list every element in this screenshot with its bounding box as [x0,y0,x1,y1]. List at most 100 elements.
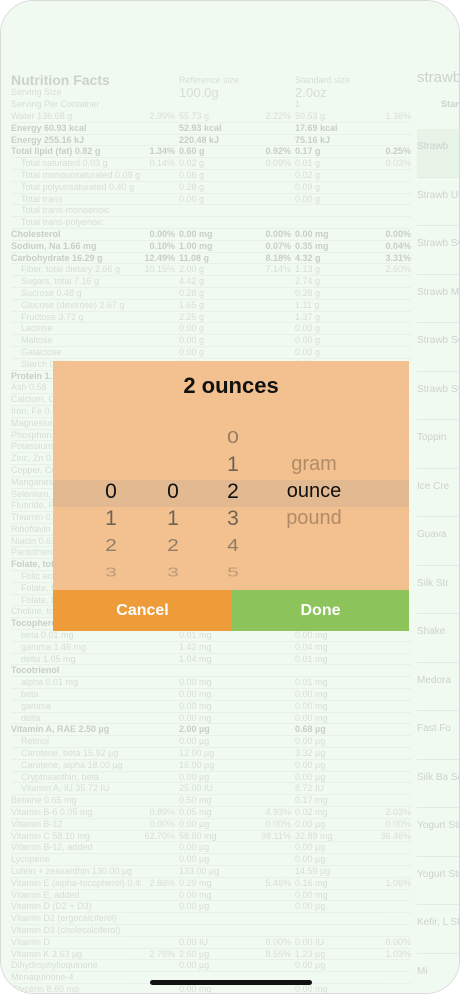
food-list-item[interactable]: Fast Fo [417,711,459,760]
nutrient-cell-c5 [373,854,411,865]
food-list-item[interactable]: Guava [417,517,459,566]
food-list-item[interactable]: Silk Str [417,566,459,614]
done-button[interactable]: Done [232,590,409,631]
digit-option[interactable]: 2 [213,480,253,504]
unit-option[interactable]: pound [259,507,369,530]
unit-option[interactable]: gram [259,453,369,476]
nutrient-cell-c3 [257,170,295,181]
digit-option[interactable]: 5 [213,566,253,580]
nutrient-cell-c2: 0.00 µg [179,854,210,865]
nutrient-cell-c0: Fiber, total dietary 2.66 g [21,264,121,275]
digit-option[interactable]: 4 [213,536,253,556]
nutrient-cell-c4: 8.72 IU [295,783,325,794]
nutrient-cell-c2: 0.00 mg [179,700,212,711]
nutrient-cell-c5 [373,901,411,912]
nutrient-cell-c1 [141,300,179,311]
nutrient-cell-c1: 0.00% [149,228,175,239]
hundreds-wheel[interactable]: 0 1 2 3 [91,421,131,591]
digit-option[interactable]: 1 [213,453,253,477]
nutrient-cell-c4: 0.00 g [295,193,321,204]
digit-option[interactable]: 3 [153,566,193,580]
nutrient-cell-c4: 0.17 g [295,146,321,157]
nutrient-cell-c0: Vitamin A, IU 35.72 IU [21,783,110,794]
nutrient-cell-c5: 0.04% [385,240,411,251]
nutrient-cell-c3 [257,654,295,665]
nutrient-cell-c3: 0.07% [265,240,291,251]
nutrient-cell-c5 [373,736,411,747]
nutrient-cell-c4: 0.00 µg [295,759,326,770]
nutrient-cell-c0: Total monounsaturated 0.09 g [21,169,141,180]
food-list-item[interactable]: Medora [417,663,459,711]
digit-option[interactable]: 2 [91,536,131,556]
food-list-item[interactable]: Toppin [417,420,459,469]
nutrient-row: Retinol 0.00 µg 0.00 µg [11,736,411,749]
nutrient-cell-c0: Vitamin D2 (ergocalciferol) [11,913,117,924]
nutrient-row: Cholesterol 0.00% 0.00 mg 0.00% 0.00 mg 0.00% [11,229,411,241]
nutrient-cell-c2: 0.00 µg [179,771,210,782]
food-list-item[interactable]: Shake [417,614,459,663]
reference-amount[interactable]: 100.0g [179,86,295,111]
nutrient-cell-c4: 0.00 µg [295,736,326,747]
nutrient-cell-c4 [295,925,373,936]
nutrient-cell-c5: 1.03% [385,948,411,959]
nutrient-row: delta 1.05 mg 1.04 mg 0.01 mg [11,654,411,666]
nutrient-row: Total trans-monoenoic [11,205,411,218]
serving-row: Serving Size Serving Per Container 100.0… [11,86,411,111]
nutrient-cell-c5: 1.06% [385,877,411,888]
nutrient-cell-c1 [141,642,179,653]
nutrient-cell-c0: Lycopene [11,854,50,865]
digit-option[interactable]: 3 [91,566,131,580]
ones-wheel[interactable]: 0 1 2 3 4 5 [213,421,253,591]
nutrient-cell-c4: 0.00 mg [295,889,328,900]
digit-option[interactable]: 2 [153,536,193,556]
nutrient-cell-c1: 0.14% [149,158,175,169]
nutrient-cell-c0: Total trans-polyenoic [21,217,104,228]
food-list-item[interactable]: Silk Ba Soy Yo [417,760,459,808]
nutrient-cell-c0: Sugars, total 7.16 g [21,276,100,287]
food-list-item[interactable]: Strawb Syrup F [417,372,459,420]
nutrient-cell-c0: Vitamin E (alpha-tocopherol) 0.45 mg [11,877,141,888]
food-list-item[interactable]: Yogurt Strawb [417,808,459,857]
nutrient-cell-c5 [373,795,411,806]
unit-wheel[interactable]: gram ounce pound [259,421,369,591]
food-list-item[interactable]: Strawb Sweete [417,323,459,372]
food-list-item[interactable]: Yogurt Strawb [417,857,459,905]
nutrient-cell-c0: Vitamin D3 (cholecalciferol) [11,924,121,935]
tens-wheel[interactable]: 0 1 2 3 [153,421,193,591]
nutrient-cell-c2: 2.00 g [179,264,205,275]
food-list-item[interactable]: Ice Cre [417,469,459,517]
food-list-item[interactable]: Mi [417,954,459,994]
cancel-button[interactable]: Cancel [53,590,232,631]
home-indicator[interactable] [150,980,312,985]
nutrient-cell-c4: 0.00 mg [295,689,328,700]
food-list-item[interactable]: Strawb [417,129,459,178]
digit-option[interactable]: 0 [153,480,193,504]
digit-option[interactable]: 1 [153,507,193,531]
nutrient-cell-c2: 52.93 kcal [179,122,222,133]
food-list-item[interactable]: Strawb Unswe [417,178,459,226]
nutrient-row: Vitamin D2 (ergocalciferol) [11,913,411,925]
nutrient-cell-c5 [373,312,411,323]
unit-option[interactable]: ounce [259,480,369,503]
nutrient-cell-c3 [257,701,295,712]
digit-option[interactable]: 0 [91,480,131,504]
nutrient-cell-c0: beta 0.01 mg [21,630,74,641]
standard-amount[interactable]: 2.0oz 1 [295,86,411,111]
nutrient-cell-c1 [141,937,179,948]
food-list-item[interactable]: Strawb Milk, Po [417,275,459,323]
nutrient-cell-c1: 1.34% [149,146,175,157]
nutrient-cell-c1 [141,795,179,806]
nutrient-row: Maltose 0.00 g 0.00 g [11,335,411,347]
nutrient-cell-c1: 2.76% [149,948,175,959]
nutrient-cell-c1 [141,123,179,134]
digit-option[interactable]: 3 [213,507,253,531]
food-list-item[interactable]: Kefir, L Strawb [417,905,459,954]
nutrient-cell-c0: Vitamin D [11,936,50,947]
search-query[interactable]: strawb [417,57,459,99]
nutrient-cell-c5: 0.25% [385,146,411,157]
digit-option[interactable]: 1 [91,507,131,531]
nutrient-cell-c3 [257,724,295,735]
food-list-item[interactable]: Strawb Sweete [417,226,459,275]
digit-option[interactable]: 0 [213,428,253,448]
nutrient-row: beta 0.00 mg 0.00 mg [11,689,411,701]
